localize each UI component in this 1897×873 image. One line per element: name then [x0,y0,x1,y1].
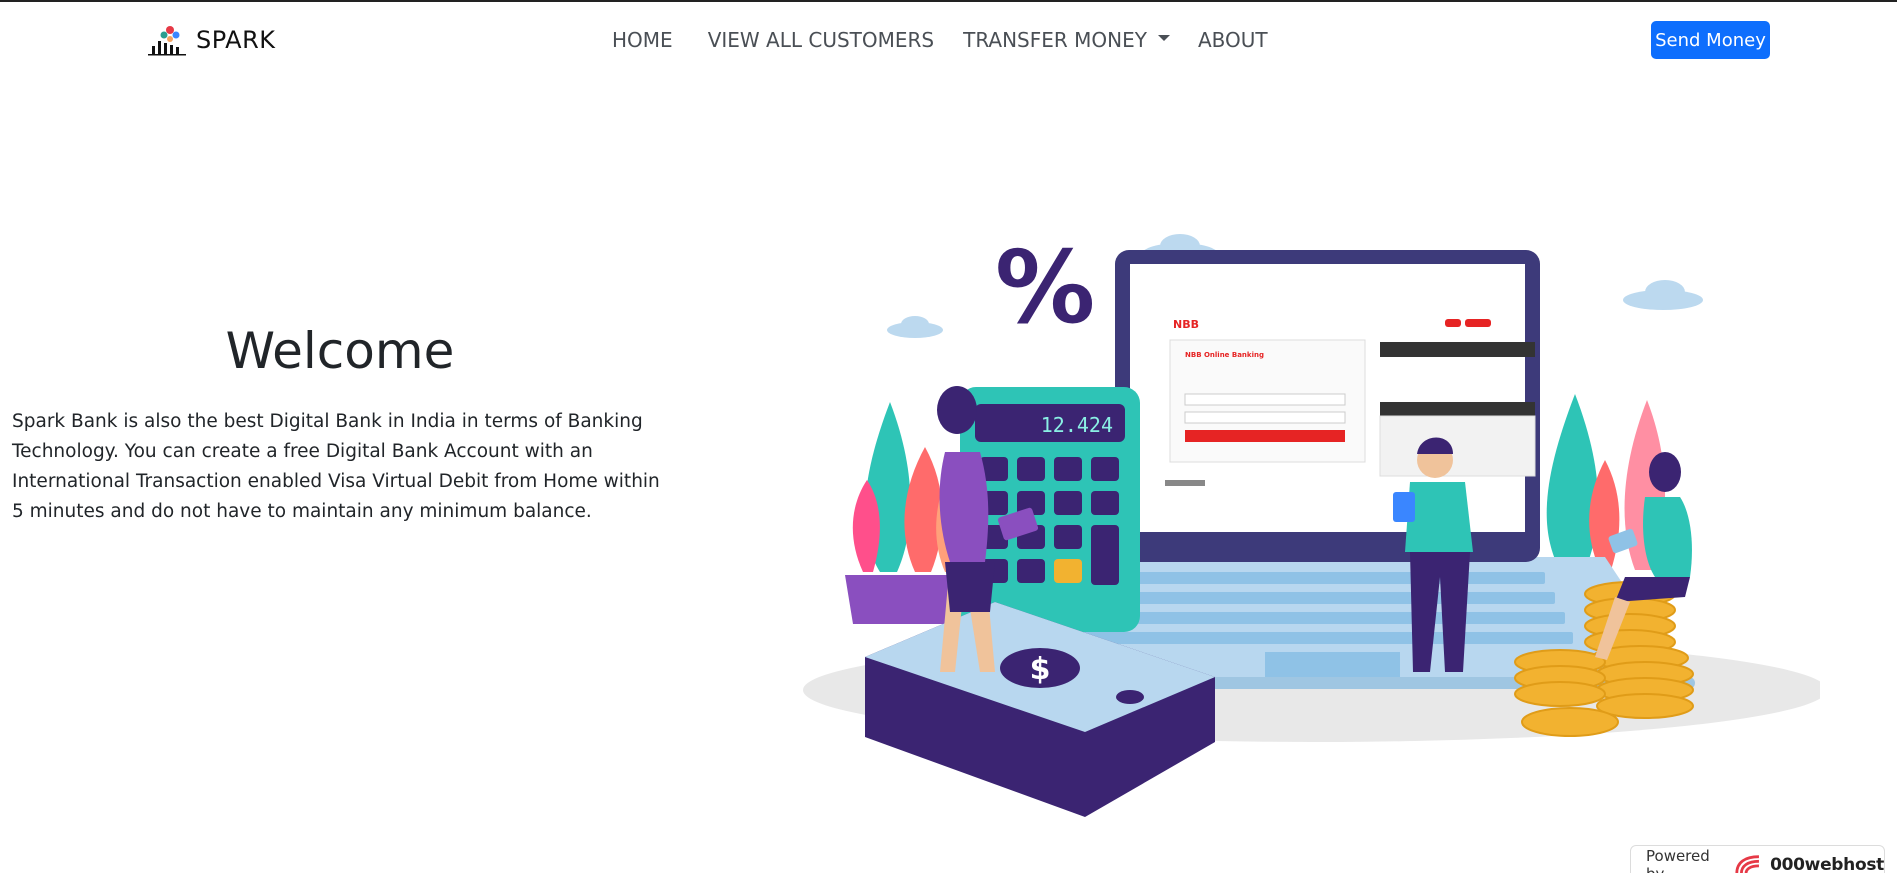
brand-name: SPARK [196,26,276,54]
hero-title: Welcome [225,322,455,380]
nav-transfer-money-dropdown[interactable]: TRANSFER MONEY [963,28,1170,52]
caret-down-icon [1157,35,1170,41]
brand-link[interactable]: SPARK [148,22,276,58]
navbar: SPARK HOME VIEW ALL CUSTOMERS TRANSFER M… [0,2,1897,78]
nav-home[interactable]: HOME [612,28,673,52]
screen-heading: NBB Online Banking [1185,351,1264,359]
webhost-logo-icon [1735,855,1760,873]
nav-links: HOME VIEW ALL CUSTOMERS TRANSFER MONEY A… [612,22,1268,58]
hero-description: Spark Bank is also the best Digital Bank… [12,411,660,522]
cloud-icon [887,316,943,338]
percent-sign: % [995,232,1095,346]
calculator-display: 12.424 [1041,413,1113,437]
currency-symbol: $ [1030,652,1051,687]
nav-view-all-customers[interactable]: VIEW ALL CUSTOMERS [708,28,934,52]
cloud-icon [1623,280,1703,310]
badge-label: Powered by [1646,847,1710,873]
badge-brand: 000webhost [1770,855,1884,873]
nav-transfer-money-label: TRANSFER MONEY [963,28,1147,52]
send-money-button[interactable]: Send Money [1651,21,1770,59]
online-banking-illustration: NBB NBB Online Banking % 12.424 $ [803,232,1820,817]
brand-logo-icon [148,26,186,56]
nav-about[interactable]: ABOUT [1198,28,1268,52]
screen-bank-logo: NBB [1173,318,1199,331]
powered-by-badge[interactable]: Powered by 000webhost [1630,845,1885,873]
